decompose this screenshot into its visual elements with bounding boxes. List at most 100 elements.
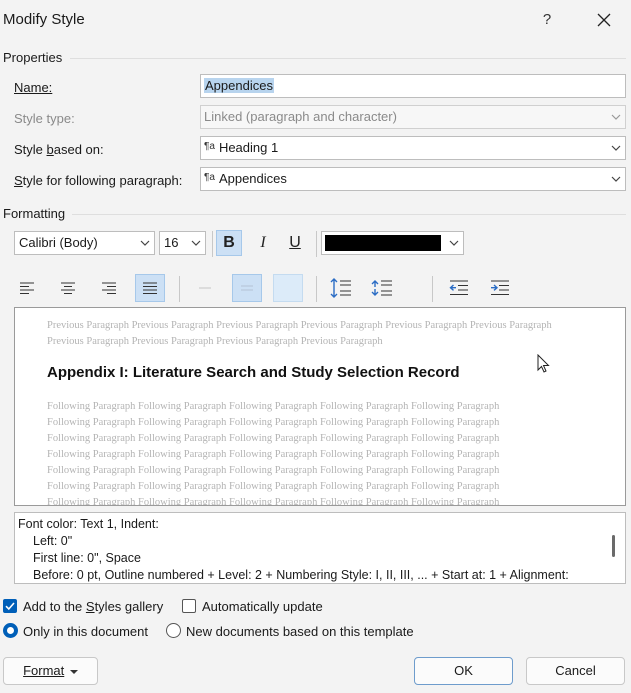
increase-indent-icon xyxy=(491,280,509,296)
description-scrollbar-thumb[interactable] xyxy=(612,535,615,557)
decrease-indent-button[interactable] xyxy=(446,275,472,301)
style-preview-pane: Previous Paragraph Previous Paragraph Pr… xyxy=(14,307,626,506)
following-value: Appendices xyxy=(218,171,287,186)
toolbar-separator xyxy=(179,276,180,302)
chevron-down-icon[interactable] xyxy=(140,239,150,247)
toolbar-separator xyxy=(316,276,317,302)
format-menu-button[interactable]: Format xyxy=(3,657,98,685)
style-description: Font color: Text 1, Indent: Left: 0" Fir… xyxy=(14,512,626,584)
font-size-select[interactable]: 16 xyxy=(159,231,206,255)
style-type-label: Style type: xyxy=(14,111,75,126)
following-paragraph-label: Style for following paragraph: xyxy=(14,173,182,188)
based-on-label: Style based on: xyxy=(14,142,104,157)
following-paragraph-select[interactable]: ¶a Appendices xyxy=(200,167,626,191)
double-spacing-button[interactable] xyxy=(273,274,303,302)
add-gallery-pre: Add to the xyxy=(23,599,86,614)
name-input-value: Appendices xyxy=(204,78,274,93)
paragraph-spacing-decrease-icon xyxy=(330,278,351,298)
properties-divider xyxy=(70,58,626,59)
chevron-down-icon[interactable] xyxy=(611,175,621,183)
only-this-document-label[interactable]: Only in this document xyxy=(23,624,148,639)
based-on-label-pre: Style xyxy=(14,142,47,157)
formatting-section-label: Formatting xyxy=(3,206,66,221)
following-label-u: S xyxy=(14,173,23,188)
toolbar-separator xyxy=(316,231,317,257)
font-name-select[interactable]: Calibri (Body) xyxy=(14,231,155,255)
justify-icon xyxy=(143,282,157,295)
style-type-value: Linked (paragraph and character) xyxy=(204,109,397,124)
bold-button[interactable]: B xyxy=(216,230,242,256)
font-color-swatch xyxy=(325,235,441,251)
based-on-label-post: ased on: xyxy=(53,142,104,157)
based-on-select[interactable]: ¶a Heading 1 xyxy=(200,136,626,160)
add-gallery-u: S xyxy=(85,599,95,614)
increase-paragraph-spacing-button[interactable] xyxy=(369,275,395,301)
auto-update-label[interactable]: Automatically update xyxy=(202,599,323,614)
close-icon xyxy=(597,13,611,27)
font-color-select[interactable] xyxy=(321,231,464,255)
chevron-down-icon[interactable] xyxy=(191,239,201,247)
name-label-text: Name: xyxy=(14,80,53,95)
close-button[interactable] xyxy=(591,8,617,32)
chevron-down-icon xyxy=(611,113,621,121)
cancel-button[interactable]: Cancel xyxy=(526,657,625,685)
preview-following-line: Following Paragraph Following Paragraph … xyxy=(47,449,500,460)
toolbar-separator xyxy=(432,276,433,302)
mouse-cursor-icon xyxy=(537,354,550,373)
decrease-indent-icon xyxy=(449,280,468,296)
one-half-spacing-button[interactable] xyxy=(232,274,262,302)
chevron-down-icon[interactable] xyxy=(449,239,459,247)
formatting-divider xyxy=(72,214,626,215)
toolbar-separator xyxy=(212,231,213,257)
align-right-button[interactable] xyxy=(96,275,122,301)
preview-following-line: Following Paragraph Following Paragraph … xyxy=(47,433,500,444)
single-spacing-button[interactable] xyxy=(192,275,218,301)
preview-following-line: Following Paragraph Following Paragraph … xyxy=(47,465,500,476)
paragraph-spacing-increase-icon xyxy=(371,280,392,296)
ok-button[interactable]: OK xyxy=(414,657,513,685)
style-type-select: Linked (paragraph and character) xyxy=(200,105,626,129)
align-center-icon xyxy=(61,282,75,295)
preview-following-line: Following Paragraph Following Paragraph … xyxy=(47,497,500,506)
name-label: Name: xyxy=(14,80,52,95)
increase-indent-button[interactable] xyxy=(487,275,513,301)
add-to-gallery-checkbox[interactable] xyxy=(3,599,17,613)
preview-previous-paragraph: Previous Paragraph Previous Paragraph Pr… xyxy=(47,320,552,347)
italic-button[interactable]: I xyxy=(250,230,276,256)
align-left-button[interactable] xyxy=(14,275,40,301)
description-line: First line: 0", Space xyxy=(33,551,141,565)
paragraph-style-icon: ¶a xyxy=(204,141,215,152)
font-size-value: 16 xyxy=(164,235,179,250)
only-this-document-radio[interactable] xyxy=(3,623,18,638)
underline-button[interactable]: U xyxy=(282,230,308,256)
single-spacing-icon xyxy=(199,287,211,289)
preview-following-line: Following Paragraph Following Paragraph … xyxy=(47,401,500,412)
new-documents-label[interactable]: New documents based on this template xyxy=(186,624,414,639)
description-line: Font color: Text 1, Indent: xyxy=(18,517,159,531)
paragraph-style-icon: ¶a xyxy=(204,172,215,183)
align-left-icon xyxy=(20,282,34,295)
based-on-value: Heading 1 xyxy=(218,140,279,155)
auto-update-checkbox[interactable] xyxy=(182,599,196,613)
caret-down-icon xyxy=(69,669,78,674)
description-line: Before: 0 pt, Outline numbered + Level: … xyxy=(33,568,569,582)
add-gallery-post: tyles gallery xyxy=(94,599,164,614)
name-input[interactable]: Appendices xyxy=(200,74,626,98)
format-button-label: Format xyxy=(23,663,65,678)
align-center-button[interactable] xyxy=(55,275,81,301)
description-line: Left: 0" xyxy=(33,534,73,548)
add-to-gallery-label[interactable]: Add to the Styles gallery xyxy=(23,599,163,614)
font-name-value: Calibri (Body) xyxy=(19,235,98,250)
preview-following-line: Following Paragraph Following Paragraph … xyxy=(47,481,500,492)
decrease-paragraph-spacing-button[interactable] xyxy=(328,275,354,301)
new-documents-radio[interactable] xyxy=(166,623,181,638)
justify-button[interactable] xyxy=(135,274,165,302)
properties-section-label: Properties xyxy=(3,50,63,65)
chevron-down-icon[interactable] xyxy=(611,144,621,152)
one-half-spacing-icon xyxy=(241,285,253,291)
help-button[interactable]: ? xyxy=(535,8,559,32)
preview-heading: Appendix I: Literature Search and Study … xyxy=(47,364,460,381)
following-label-post: tyle for following paragraph: xyxy=(22,173,183,188)
dialog-title: Modify Style xyxy=(3,11,85,28)
preview-following-line: Following Paragraph Following Paragraph … xyxy=(47,417,500,428)
